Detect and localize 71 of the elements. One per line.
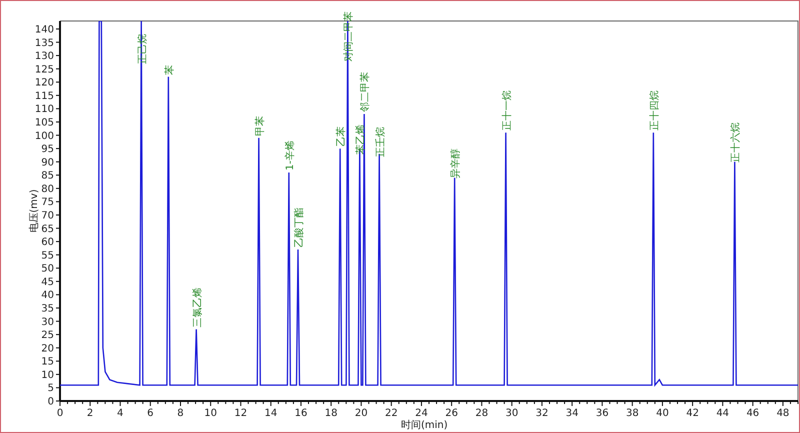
tick-label: 8 [177,408,184,419]
tick-label: 40 [41,290,54,302]
tick-label: 85 [41,170,54,182]
tick-label: 50 [41,264,54,275]
tick-label: 80 [41,184,54,195]
x-axis-title: 时间(min) [401,420,448,431]
tick-label: 140 [34,24,54,36]
tick-label: 28 [475,408,488,419]
tick-label: 65 [41,224,54,235]
peak-label: 乙苯 [336,126,348,147]
peak-label: 正十一烷 [502,90,513,131]
tick-label: 35 [41,304,54,314]
tick-label: 15 [41,356,54,368]
peak-label: 甲苯 [254,116,266,136]
tick-label: 24 [415,408,428,419]
tick-label: 120 [34,78,54,89]
tick-label: 60 [41,237,54,248]
tick-label: 18 [324,408,338,419]
tick-label: 10 [41,370,54,381]
tick-label: 135 [34,38,54,49]
peak-label: 乙酸丁酯 [294,208,305,248]
y-axis-title: 电压(mv) [29,189,40,233]
tick-label: 46 [746,408,760,419]
tick-label: 105 [34,117,54,128]
tick-label: 90 [41,157,54,168]
tick-label: 20 [41,343,54,354]
peak-label: 异辛醇 [450,148,462,178]
tick-label: 42 [686,408,699,419]
tick-label: 22 [384,408,398,419]
tick-label: 40 [656,408,669,419]
tick-label: 38 [626,408,639,419]
tick-label: 16 [294,408,308,419]
tick-label: 10 [204,408,217,419]
tick-label: 4 [117,408,124,419]
tick-label: 0 [56,408,64,419]
tick-label: 100 [34,130,54,142]
peak-label: 对间二甲苯 [344,12,355,62]
peak-label: 1-辛烯 [284,140,296,170]
tick-label: 32 [536,408,548,419]
tick-label: 70 [41,210,54,222]
tick-label: 30 [505,408,518,419]
tick-label: 110 [34,104,54,116]
peak-label: 苯乙烯 [356,124,367,155]
peak-label: 正己烷 [137,34,148,64]
tick-label: 125 [34,64,54,76]
tick-label: 130 [34,51,54,62]
tick-label: 44 [716,408,730,419]
tick-label: 20 [354,408,368,419]
tick-label: 14 [264,408,278,419]
tick-label: 48 [776,408,790,419]
peak-label: 三氯乙烯 [192,287,204,328]
tick-label: 2 [86,408,94,419]
tick-label: 36 [596,408,609,419]
peak-label: 正壬烷 [375,127,386,158]
peak-label: 邻二甲苯 [360,72,372,112]
peak-label: 正十四烷 [649,90,660,131]
tick-label: 0 [48,396,54,408]
tick-label: 34 [566,408,578,419]
tick-label: 6 [147,408,154,419]
tick-label: 55 [41,250,54,262]
tick-label: 75 [41,197,54,208]
tick-label: 30 [41,316,54,328]
tick-label: 26 [445,408,458,419]
tick-label: 115 [34,90,54,102]
tick-label: 25 [41,330,54,342]
peak-label: 苯 [164,64,176,75]
tick-label: 95 [41,144,54,156]
tick-label: 45 [41,276,54,288]
peak-label: 正十六烷 [730,122,742,162]
tick-label: 5 [48,383,54,394]
tick-label: 12 [234,408,248,419]
